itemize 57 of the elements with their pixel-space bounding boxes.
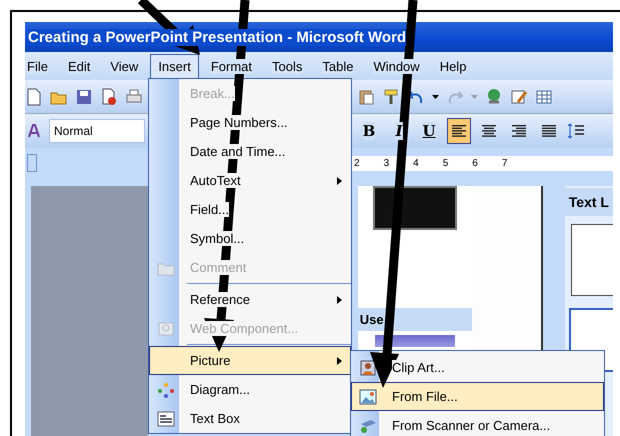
underline-button[interactable]: U <box>417 118 441 144</box>
italic-button[interactable]: I <box>387 118 411 144</box>
print-icon[interactable] <box>125 88 143 106</box>
ruler-number: 2 <box>354 158 360 169</box>
menu-item[interactable]: Format <box>202 54 260 78</box>
menu-item[interactable]: Page Numbers... <box>149 108 351 137</box>
ruler-number: 5 <box>442 158 448 169</box>
align-right-icon <box>510 124 528 138</box>
save-icon[interactable] <box>75 88 93 106</box>
menu-item[interactable]: Window <box>365 54 428 78</box>
ruler-number: 6 <box>472 158 478 169</box>
format-painter-icon[interactable] <box>382 88 400 106</box>
ruler-number: 7 <box>502 158 508 169</box>
task-pane-heading: Text L <box>564 188 613 216</box>
menu-item[interactable]: Reference <box>149 285 351 314</box>
text-box-icon <box>157 410 175 426</box>
menu-item[interactable]: From Scanner or Camera... <box>351 411 604 436</box>
window-icon <box>157 320 175 336</box>
table-icon[interactable] <box>535 88 553 106</box>
menu-item[interactable]: Text Box <box>149 404 351 433</box>
menu-item[interactable]: Table <box>314 54 362 78</box>
diagram-icon <box>157 382 175 398</box>
permission-icon[interactable] <box>100 88 118 106</box>
bold-button[interactable]: B <box>357 118 381 144</box>
menu-item[interactable]: Help <box>432 54 474 78</box>
line-spacing-icon[interactable] <box>567 122 585 140</box>
menu-item[interactable]: Insert <box>150 54 199 78</box>
menu-item[interactable]: From File... <box>351 382 604 411</box>
menu-item[interactable]: Field... <box>149 195 351 224</box>
hyperlink-icon[interactable] <box>485 88 503 106</box>
menu-item[interactable]: Tools <box>264 54 310 78</box>
ruler-number: 4 <box>413 158 419 169</box>
style-field[interactable]: Normal <box>49 119 145 143</box>
menu-item[interactable]: AutoText <box>149 166 351 195</box>
paste-icon[interactable] <box>357 88 375 106</box>
align-center-icon <box>480 124 498 138</box>
tables-and-borders-icon[interactable] <box>510 88 528 106</box>
scanner-icon <box>359 418 377 434</box>
ruler-number: 3 <box>384 158 390 169</box>
person-icon <box>359 360 377 376</box>
image-icon <box>359 388 377 404</box>
menu-item[interactable]: Picture <box>149 346 351 375</box>
menu-item[interactable]: Diagram... <box>149 375 351 404</box>
new-document-icon[interactable] <box>25 88 43 106</box>
align-left-icon <box>450 124 468 138</box>
menu-item[interactable]: Symbol... <box>149 224 351 253</box>
dropdown-caret-icon[interactable] <box>432 94 439 98</box>
layout-thumbnail[interactable] <box>570 224 613 296</box>
styles-icon[interactable] <box>27 123 43 139</box>
menu-item[interactable]: Date and Time... <box>149 137 351 166</box>
menu-item[interactable]: Edit <box>60 54 98 78</box>
menu-item[interactable]: File <box>25 54 56 78</box>
menu-item[interactable]: View <box>102 54 146 78</box>
section-header: Use <box>358 308 472 331</box>
window-title: Creating a PowerPoint Presentation - Microsoft Word <box>28 28 406 46</box>
justify-icon <box>540 124 558 138</box>
align-left-button[interactable] <box>447 118 471 144</box>
